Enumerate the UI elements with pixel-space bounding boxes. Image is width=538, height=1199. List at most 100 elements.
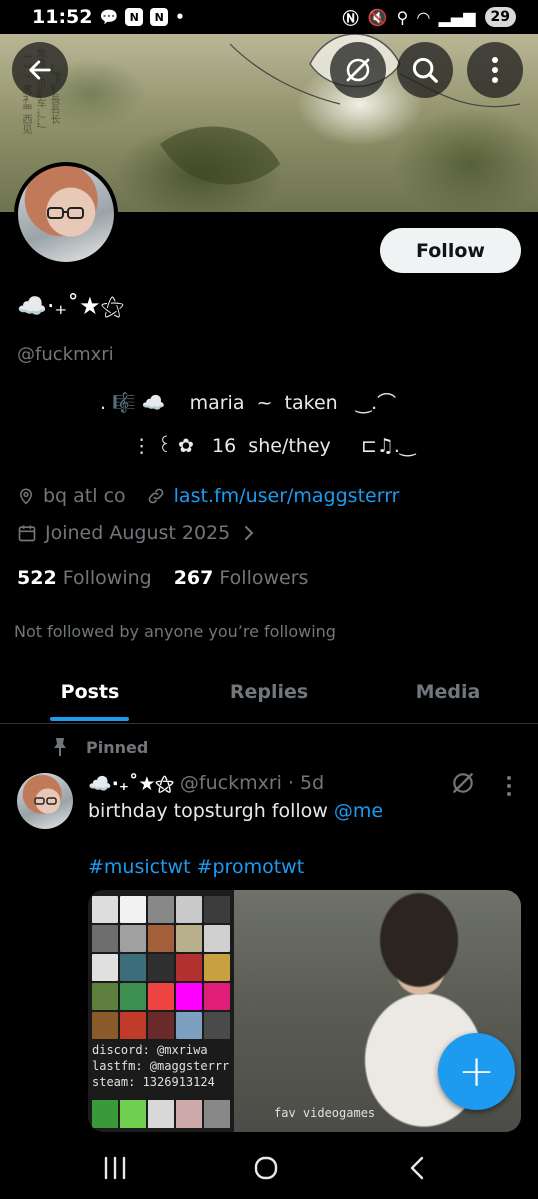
post-grok-button[interactable] xyxy=(450,770,476,800)
post-body: birthday topsturgh follow xyxy=(88,800,334,822)
back-button[interactable] xyxy=(12,42,68,98)
game-thumb xyxy=(204,1100,230,1128)
album-thumb xyxy=(120,983,146,1010)
game-thumb xyxy=(92,1100,118,1128)
album-thumb xyxy=(204,925,230,952)
android-nav-bar xyxy=(0,1134,538,1199)
profile-avatar[interactable] xyxy=(14,162,118,266)
post-more-button[interactable] xyxy=(505,775,513,801)
post-author-handle: @fuckmxri xyxy=(179,772,282,794)
following-label: Following xyxy=(62,567,152,589)
wifi-icon: ◠ xyxy=(417,7,430,27)
grok-button[interactable] xyxy=(330,42,386,98)
joined-row[interactable]: Joined August 2025 xyxy=(17,522,256,544)
tab-replies[interactable]: Replies xyxy=(209,662,329,722)
search-icon xyxy=(412,57,438,83)
album-thumb xyxy=(176,896,202,923)
app-n-icon: N xyxy=(150,8,169,26)
album-thumb xyxy=(92,925,118,952)
chevron-left-icon xyxy=(410,1156,424,1180)
album-thumb xyxy=(148,1012,174,1039)
calendar-icon xyxy=(18,525,36,542)
album-thumb xyxy=(176,1012,202,1039)
display-name: ☁️⋅₊˚★⚝ xyxy=(17,292,125,320)
album-thumb xyxy=(176,925,202,952)
more-button[interactable] xyxy=(467,42,523,98)
chat-bubble-icon: 💬 xyxy=(99,8,119,26)
recents-icon xyxy=(104,1156,126,1180)
profile-tabs: Posts Replies Media xyxy=(0,662,538,724)
chevron-right-icon xyxy=(245,526,254,540)
link-icon xyxy=(148,488,164,504)
grok-icon xyxy=(346,58,370,82)
following-count: 522 xyxy=(17,567,57,589)
nfc-icon: Ⓝ xyxy=(342,9,359,28)
post-mention[interactable]: @me xyxy=(334,800,383,822)
caption-lastfm: lastfm: @maggsterrr xyxy=(92,1059,230,1073)
followers-stat[interactable]: 267 Followers xyxy=(174,567,309,589)
post-text: birthday topsturgh follow @me xyxy=(88,800,383,822)
recents-button[interactable] xyxy=(85,1146,145,1190)
app-n-icon: N xyxy=(125,8,144,26)
profile-meta-row: bq atl co last.fm/user/maggsterrr xyxy=(17,485,400,507)
system-back-button[interactable] xyxy=(387,1146,447,1190)
post-avatar[interactable] xyxy=(17,773,73,829)
home-button[interactable] xyxy=(236,1146,296,1190)
dot-icon: • xyxy=(175,8,185,26)
location-pin-icon xyxy=(19,488,33,505)
mute-icon: 🔇 xyxy=(367,7,388,27)
post-author-name[interactable]: ☁️⋅₊˚★⚝ xyxy=(88,772,174,795)
album-thumb xyxy=(148,954,174,981)
album-thumb xyxy=(204,1012,230,1039)
tab-posts[interactable]: Posts xyxy=(30,662,150,722)
follow-button[interactable]: Follow xyxy=(380,228,521,273)
grok-icon xyxy=(453,773,473,793)
avatar-glasses xyxy=(47,207,84,219)
signal-icon: ▂▄▆ xyxy=(438,7,476,27)
album-thumb xyxy=(120,1012,146,1039)
status-time: 11:52 xyxy=(32,6,93,28)
game-thumbs xyxy=(88,1096,234,1132)
media-caption-left: discord: @mxriwa lastfm: @maggsterrr ste… xyxy=(92,1042,229,1090)
search-button[interactable] xyxy=(397,42,453,98)
album-thumb xyxy=(92,983,118,1010)
album-thumb xyxy=(120,896,146,923)
bio-line-1: . 🎼 ☁️ maria ~ taken ‿.⌒ xyxy=(100,392,397,414)
album-thumb xyxy=(204,983,230,1010)
not-followed-note: Not followed by anyone you’re following xyxy=(14,622,336,641)
pin-icon xyxy=(54,738,66,756)
album-thumb xyxy=(148,896,174,923)
profile-website-link[interactable]: last.fm/user/maggsterrr xyxy=(174,485,400,507)
album-thumb xyxy=(92,1012,118,1039)
album-thumb xyxy=(92,896,118,923)
active-tab-indicator xyxy=(50,717,129,721)
following-stat[interactable]: 522 Following xyxy=(17,567,152,589)
tab-media[interactable]: Media xyxy=(388,662,508,722)
avatar-glasses xyxy=(34,797,57,805)
post-hashtags[interactable]: #musictwt #promotwt xyxy=(88,856,304,878)
followers-label: Followers xyxy=(219,567,309,589)
followers-count: 267 xyxy=(173,567,214,589)
album-thumb xyxy=(120,925,146,952)
album-thumb xyxy=(204,896,230,923)
album-thumb xyxy=(148,983,174,1010)
pinned-label: Pinned xyxy=(86,737,149,757)
more-vertical-icon xyxy=(492,57,498,83)
battery-indicator: 29 xyxy=(484,7,516,27)
location-icon: ⚲ xyxy=(396,7,409,27)
profile-handle: @fuckmxri xyxy=(17,344,114,365)
home-circle-icon xyxy=(254,1156,278,1180)
album-thumb xyxy=(120,954,146,981)
post-time: · 5d xyxy=(287,772,325,794)
caption-steam: steam: 1326913124 xyxy=(92,1075,215,1089)
joined-date: Joined August 2025 xyxy=(45,522,231,544)
game-thumb xyxy=(176,1100,202,1128)
album-thumb xyxy=(176,954,202,981)
album-thumb xyxy=(92,954,118,981)
bio-line-2: ⋮ ꒰ ✿ 16 she/they ⊏♫.‿ xyxy=(120,435,416,457)
arrow-left-icon xyxy=(29,60,51,80)
album-thumb xyxy=(148,925,174,952)
album-thumb xyxy=(204,954,230,981)
compose-fab[interactable]: + xyxy=(438,1033,515,1110)
media-caption-right: fav videogames xyxy=(274,1106,376,1120)
